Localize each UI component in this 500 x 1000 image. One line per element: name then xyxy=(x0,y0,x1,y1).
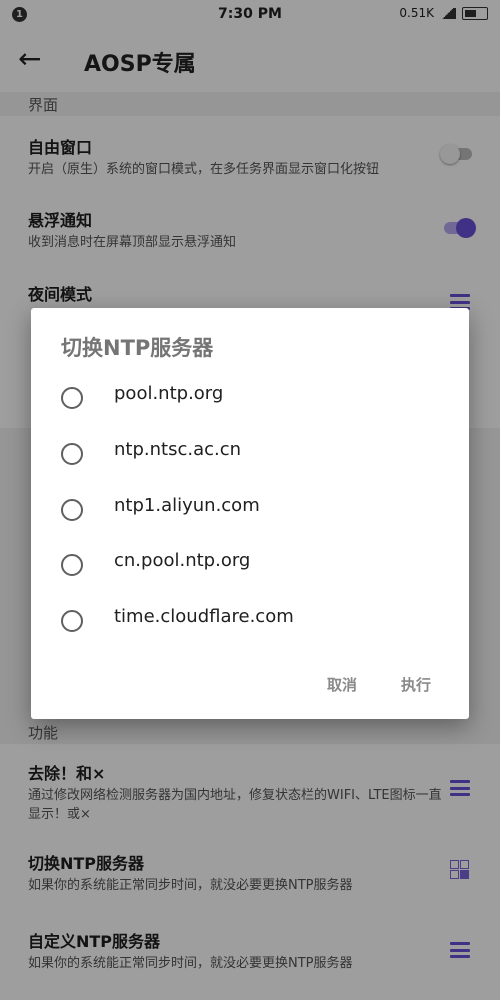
execute-button[interactable]: 执行 xyxy=(401,674,431,695)
option-label: time.cloudflare.com xyxy=(114,606,294,627)
ntp-option[interactable]: ntp.ntsc.ac.cn xyxy=(31,429,469,479)
dialog-title: 切换NTP服务器 xyxy=(61,336,214,360)
option-label: ntp1.aliyun.com xyxy=(114,495,260,516)
ntp-option[interactable]: pool.ntp.org xyxy=(31,373,469,423)
option-label: pool.ntp.org xyxy=(114,383,224,404)
radio-button[interactable] xyxy=(61,387,83,409)
cancel-button[interactable]: 取消 xyxy=(327,674,357,695)
option-label: ntp.ntsc.ac.cn xyxy=(114,439,242,460)
option-label: cn.pool.ntp.org xyxy=(114,550,251,571)
ntp-server-dialog: 切换NTP服务器 pool.ntp.org ntp.ntsc.ac.cn ntp… xyxy=(31,308,469,719)
ntp-option[interactable]: cn.pool.ntp.org xyxy=(31,540,469,590)
radio-button[interactable] xyxy=(61,610,83,632)
ntp-option[interactable]: time.cloudflare.com xyxy=(31,596,469,646)
radio-button[interactable] xyxy=(61,443,83,465)
radio-button[interactable] xyxy=(61,554,83,576)
radio-button[interactable] xyxy=(61,499,83,521)
ntp-option[interactable]: ntp1.aliyun.com xyxy=(31,485,469,535)
